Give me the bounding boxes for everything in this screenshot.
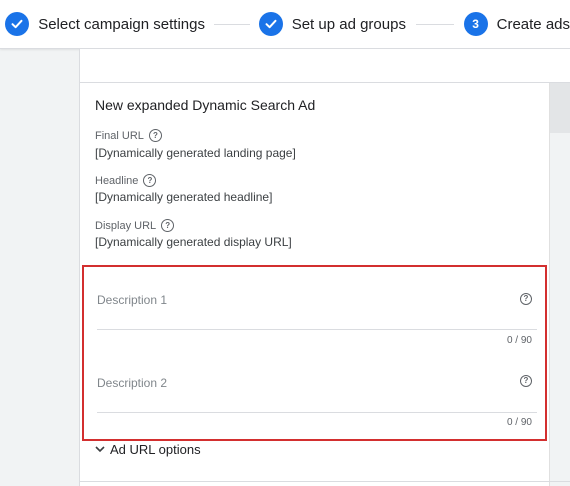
main-panel: New expanded Dynamic Search Ad Final URL… bbox=[79, 49, 570, 486]
help-circle-icon[interactable]: ? bbox=[161, 219, 175, 232]
step-number-badge: 3 bbox=[463, 12, 488, 36]
description-1-counter: 0 / 90 bbox=[506, 335, 532, 346]
display-url-value: [Dynamically generated display URL] bbox=[95, 235, 292, 249]
step-label: Create ads bbox=[496, 15, 570, 33]
preview-rail-header bbox=[550, 83, 570, 133]
help-circle-icon[interactable]: ? bbox=[148, 129, 162, 142]
campaign-stepper: Select campaign settings Set up ad group… bbox=[0, 0, 570, 49]
step-label: Set up ad groups bbox=[291, 15, 406, 33]
chevron-down-icon bbox=[95, 444, 105, 456]
ad-url-options-label: Ad URL options bbox=[110, 442, 201, 457]
headline-value: [Dynamically generated headline] bbox=[95, 190, 273, 204]
check-icon bbox=[5, 12, 30, 36]
ad-url-options-toggle[interactable]: Ad URL options bbox=[95, 442, 201, 457]
final-url-value: [Dynamically generated landing page] bbox=[95, 146, 296, 160]
panel-bottom-divider bbox=[80, 481, 570, 482]
headline-label-text: Headline bbox=[95, 174, 139, 187]
help-circle-icon[interactable]: ? bbox=[520, 375, 532, 387]
ad-card-title: New expanded Dynamic Search Ad bbox=[95, 97, 316, 113]
help-circle-icon[interactable]: ? bbox=[520, 293, 532, 305]
final-url-label: Final URL ? bbox=[95, 129, 162, 142]
step-create-ads[interactable]: 3 Create ads bbox=[463, 12, 570, 36]
display-url-label: Display URL ? bbox=[95, 219, 175, 232]
check-icon bbox=[258, 12, 283, 36]
preview-rail bbox=[549, 83, 570, 486]
step-label: Select campaign settings bbox=[38, 15, 205, 33]
panel-header-strip bbox=[80, 49, 570, 83]
description-2-underline bbox=[97, 412, 537, 413]
step-separator bbox=[415, 23, 454, 25]
final-url-label-text: Final URL bbox=[95, 129, 144, 142]
display-url-label-text: Display URL bbox=[95, 219, 157, 232]
headline-label: Headline ? bbox=[95, 174, 157, 187]
help-circle-icon[interactable]: ? bbox=[143, 174, 157, 187]
step-separator bbox=[213, 23, 250, 25]
description-1-underline bbox=[97, 329, 537, 330]
description-1-field[interactable]: Description 1 bbox=[97, 293, 167, 307]
step-ad-groups[interactable]: Set up ad groups bbox=[258, 12, 406, 36]
description-2-field[interactable]: Description 2 bbox=[97, 376, 167, 390]
description-2-counter: 0 / 90 bbox=[506, 417, 532, 428]
descriptions-highlight-box: Description 1 ? 0 / 90 Description 2 ? 0… bbox=[82, 265, 547, 441]
step-campaign-settings[interactable]: Select campaign settings bbox=[5, 12, 205, 36]
